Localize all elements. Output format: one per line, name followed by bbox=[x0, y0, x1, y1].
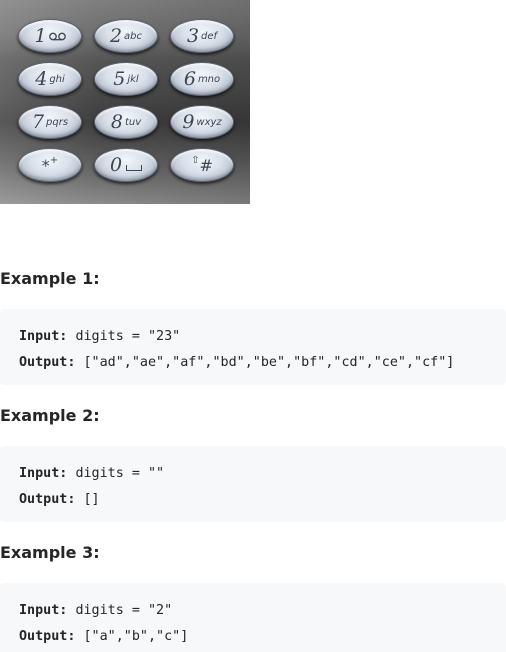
key-4: 4 ghi bbox=[18, 62, 82, 96]
example-input-line: Input: digits = "" bbox=[19, 461, 506, 487]
key-letters: mno bbox=[197, 73, 221, 85]
input-label: Input: bbox=[19, 466, 68, 481]
key-letters: jkl bbox=[127, 73, 139, 85]
key-digit: 3 bbox=[186, 24, 200, 47]
output-value: [] bbox=[83, 492, 100, 507]
key-letters: ghi bbox=[49, 73, 65, 85]
space-icon bbox=[126, 165, 143, 171]
key-hash: ⇧ # bbox=[170, 148, 234, 182]
output-label: Output: bbox=[19, 355, 76, 370]
key-5: 5 jkl bbox=[94, 62, 158, 96]
key-letters: pqrs bbox=[46, 116, 69, 128]
key-digit: 4 bbox=[35, 67, 48, 90]
example-code-block: Input: digits = "23" Output: ["ad","ae",… bbox=[0, 309, 506, 385]
input-value: digits = "23" bbox=[75, 329, 181, 344]
key-digit: 6 bbox=[183, 67, 196, 90]
key-1: 1 bbox=[18, 19, 82, 53]
example-heading: Example 2: bbox=[0, 406, 100, 425]
example-heading: Example 1: bbox=[0, 269, 100, 288]
key-letters: + bbox=[49, 154, 59, 166]
output-label: Output: bbox=[19, 492, 76, 507]
input-label: Input: bbox=[19, 603, 68, 618]
example-code-block: Input: digits = "" Output: [] bbox=[0, 446, 506, 522]
key-8: 8 tuv bbox=[94, 105, 158, 139]
shift-icon: ⇧ bbox=[191, 154, 200, 166]
key-digit: * bbox=[41, 155, 50, 175]
example-input-line: Input: digits = "2" bbox=[19, 598, 506, 624]
input-value: digits = "2" bbox=[75, 603, 173, 618]
key-letters: def bbox=[201, 30, 218, 42]
output-label: Output: bbox=[19, 629, 76, 644]
key-digit: 2 bbox=[109, 24, 123, 47]
example-input-line: Input: digits = "23" bbox=[19, 324, 506, 350]
key-letters: abc bbox=[124, 30, 143, 42]
key-letters: wxyz bbox=[196, 116, 222, 128]
input-value: digits = "" bbox=[75, 466, 165, 481]
example-code-block: Input: digits = "2" Output: ["a","b","c"… bbox=[0, 583, 506, 652]
key-0: 0 bbox=[94, 148, 158, 182]
key-letters: tuv bbox=[124, 116, 142, 128]
voicemail-icon bbox=[48, 32, 66, 40]
output-value: ["a","b","c"] bbox=[83, 629, 189, 644]
output-value: ["ad","ae","af","bd","be","bf","cd","ce"… bbox=[83, 355, 455, 370]
key-digit: # bbox=[199, 155, 213, 175]
key-2: 2 abc bbox=[94, 19, 158, 53]
key-digit: 7 bbox=[31, 110, 45, 133]
example-output-line: Output: [] bbox=[19, 487, 506, 513]
key-3: 3 def bbox=[170, 19, 234, 53]
key-digit: 9 bbox=[182, 110, 195, 133]
key-7: 7 pqrs bbox=[18, 105, 82, 139]
phone-keypad-image: 1 2 abc 3 def 4 ghi 5 jkl 6 mno 7 pqrs 8… bbox=[0, 0, 250, 204]
example-heading: Example 3: bbox=[0, 543, 100, 562]
key-star: * + bbox=[18, 148, 82, 182]
key-9: 9 wxyz bbox=[170, 105, 234, 139]
example-output-line: Output: ["a","b","c"] bbox=[19, 624, 506, 650]
key-digit: 0 bbox=[109, 153, 123, 176]
key-digit: 8 bbox=[110, 110, 123, 133]
key-6: 6 mno bbox=[170, 62, 234, 96]
example-output-line: Output: ["ad","ae","af","bd","be","bf","… bbox=[19, 350, 506, 376]
key-digit: 5 bbox=[113, 67, 126, 90]
input-label: Input: bbox=[19, 329, 68, 344]
key-digit: 1 bbox=[34, 24, 47, 47]
